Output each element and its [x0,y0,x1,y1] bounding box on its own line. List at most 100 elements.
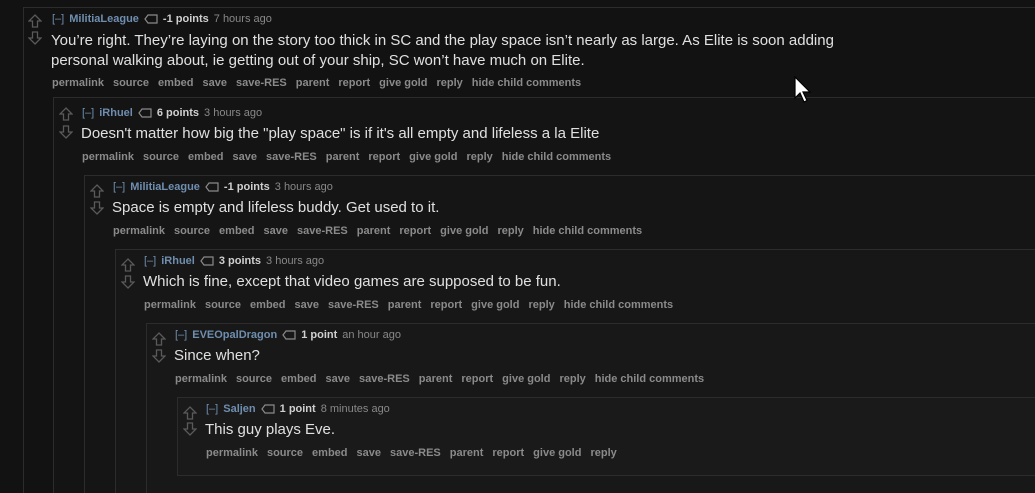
downvote-icon[interactable] [28,31,42,45]
reply-button[interactable]: reply [497,225,523,237]
author-link[interactable]: iRhuel [99,107,133,119]
source-button[interactable]: source [174,225,210,237]
author-link[interactable]: MilitiaLeague [130,181,200,193]
hide-child-comments-button[interactable]: hide child comments [472,77,581,89]
save-res-button[interactable]: save-RES [266,151,317,163]
save-res-button[interactable]: save-RES [297,225,348,237]
author-link[interactable]: EVEOpalDragon [192,329,277,341]
save-button[interactable]: save [264,225,288,237]
collapse-toggle[interactable]: [–] [82,107,94,119]
body-line: Which is fine, except that video games a… [143,273,561,290]
author-link[interactable]: Saljen [223,403,255,415]
collapse-toggle[interactable]: [–] [206,403,218,415]
author-link[interactable]: iRhuel [161,255,195,267]
save-res-button[interactable]: save-RES [328,299,379,311]
upvote-icon[interactable] [90,184,104,198]
tag-icon[interactable] [260,404,275,414]
comment-tagline: [–] MilitiaLeague -1 points 7 hours ago [52,13,272,25]
tag-icon[interactable] [138,108,152,118]
permalink-button[interactable]: permalink [82,151,134,163]
report-button[interactable]: report [492,447,524,459]
author-link[interactable]: MilitiaLeague [69,13,139,25]
collapse-toggle[interactable]: [–] [113,181,125,193]
source-button[interactable]: source [205,299,241,311]
upvote-icon[interactable] [59,107,73,121]
source-button[interactable]: source [236,373,272,385]
give-gold-button[interactable]: give gold [533,447,581,459]
save-button[interactable]: save [233,151,257,163]
save-button[interactable]: save [203,77,227,89]
score: 6 points [156,107,200,119]
upvote-icon[interactable] [183,406,197,420]
report-button[interactable]: report [461,373,493,385]
hide-child-comments-button[interactable]: hide child comments [533,225,642,237]
comment-tagline: [–] EVEOpalDragon 1 point an hour ago [175,329,401,341]
downvote-icon[interactable] [90,201,104,215]
give-gold-button[interactable]: give gold [502,373,550,385]
embed-button[interactable]: embed [250,299,285,311]
parent-button[interactable]: parent [388,299,422,311]
give-gold-button[interactable]: give gold [379,77,427,89]
report-button[interactable]: report [368,151,400,163]
reply-button[interactable]: reply [559,373,585,385]
save-res-button[interactable]: save-RES [359,373,410,385]
parent-button[interactable]: parent [450,447,484,459]
embed-button[interactable]: embed [188,151,223,163]
reply-button[interactable]: reply [590,447,616,459]
save-button[interactable]: save [357,447,381,459]
upvote-icon[interactable] [121,258,135,272]
embed-button[interactable]: embed [312,447,347,459]
collapse-toggle[interactable]: [–] [144,255,156,267]
give-gold-button[interactable]: give gold [471,299,519,311]
save-button[interactable]: save [295,299,319,311]
hide-child-comments-button[interactable]: hide child comments [502,151,611,163]
save-res-button[interactable]: save-RES [390,447,441,459]
hide-child-comments-button[interactable]: hide child comments [564,299,673,311]
collapse-toggle[interactable]: [–] [175,329,187,341]
report-button[interactable]: report [430,299,462,311]
upvote-icon[interactable] [152,332,166,346]
permalink-button[interactable]: permalink [175,373,227,385]
downvote-icon[interactable] [152,349,166,363]
permalink-button[interactable]: permalink [206,447,258,459]
body-line: Since when? [174,347,260,364]
timestamp: 7 hours ago [213,13,272,25]
embed-button[interactable]: embed [158,77,193,89]
parent-button[interactable]: parent [296,77,330,89]
timestamp: 3 hours ago [274,181,333,193]
give-gold-button[interactable]: give gold [440,225,488,237]
report-button[interactable]: report [338,77,370,89]
give-gold-button[interactable]: give gold [409,151,457,163]
timestamp: an hour ago [342,329,401,341]
source-button[interactable]: source [143,151,179,163]
source-button[interactable]: source [113,77,149,89]
parent-button[interactable]: parent [357,225,391,237]
reply-button[interactable]: reply [436,77,462,89]
comment-tagline: [–] Saljen 1 point 8 minutes ago [206,403,390,415]
downvote-icon[interactable] [121,275,135,289]
permalink-button[interactable]: permalink [144,299,196,311]
embed-button[interactable]: embed [219,225,254,237]
embed-button[interactable]: embed [281,373,316,385]
comment-body: Doesn't matter how big the "play space" … [81,124,599,144]
parent-button[interactable]: parent [326,151,360,163]
source-button[interactable]: source [267,447,303,459]
tag-icon[interactable] [205,182,219,192]
permalink-button[interactable]: permalink [52,77,104,89]
tag-icon[interactable] [200,256,214,266]
downvote-icon[interactable] [59,125,73,139]
parent-button[interactable]: parent [419,373,453,385]
reply-button[interactable]: reply [466,151,492,163]
reply-button[interactable]: reply [528,299,554,311]
upvote-icon[interactable] [28,14,42,28]
hide-child-comments-button[interactable]: hide child comments [595,373,704,385]
report-button[interactable]: report [399,225,431,237]
collapse-toggle[interactable]: [–] [52,13,64,25]
score: 3 points [218,255,262,267]
permalink-button[interactable]: permalink [113,225,165,237]
save-button[interactable]: save [326,373,350,385]
tag-icon[interactable] [282,330,296,340]
tag-icon[interactable] [144,14,158,24]
save-res-button[interactable]: save-RES [236,77,287,89]
downvote-icon[interactable] [183,422,197,436]
